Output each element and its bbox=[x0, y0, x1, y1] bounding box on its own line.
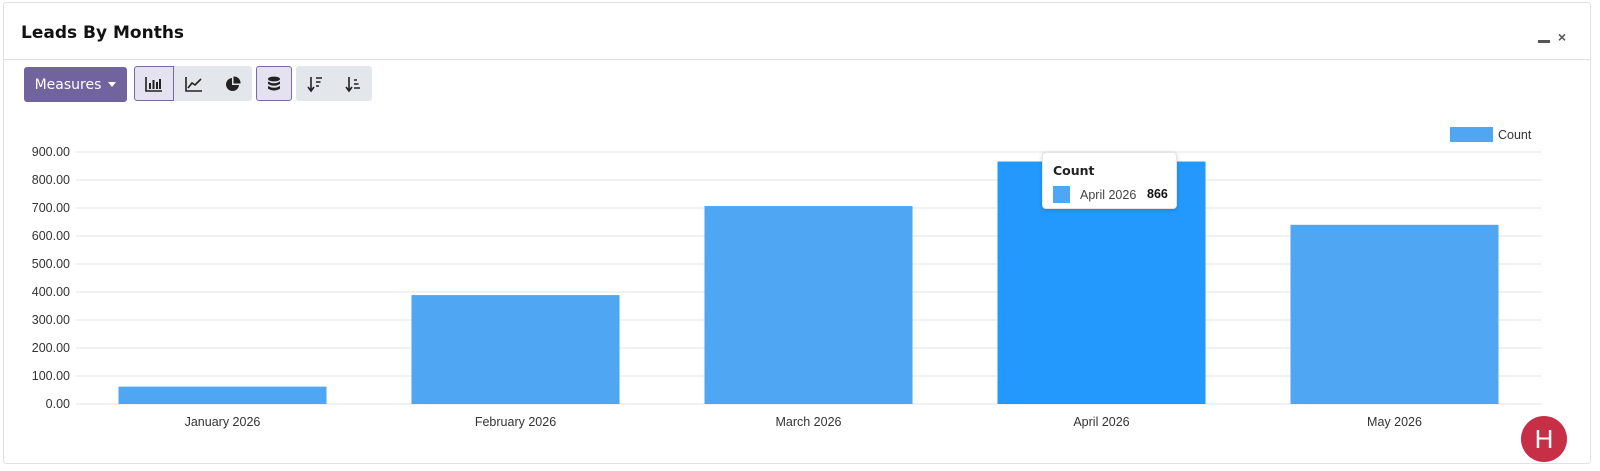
leads-bar-chart: 0.00 100.00 200.00 300.00 400.00 500.00 600.00… bbox=[32, 127, 1541, 429]
x-tick-label: January 2026 bbox=[185, 415, 261, 429]
x-tick-label: February 2026 bbox=[475, 415, 556, 429]
y-tick-label: 900.00 bbox=[32, 145, 70, 159]
x-tick-label: May 2026 bbox=[1367, 415, 1422, 429]
legend-swatch bbox=[1450, 127, 1493, 142]
bar bbox=[1290, 224, 1499, 404]
x-tick-label: April 2026 bbox=[1073, 415, 1129, 429]
y-tick-label: 100.00 bbox=[32, 369, 70, 383]
tooltip-title: Count bbox=[1053, 163, 1095, 178]
chart-tooltip: Count April 2026 866 bbox=[1042, 152, 1177, 209]
tooltip-label: April 2026 bbox=[1080, 188, 1137, 202]
tooltip-value: 866 bbox=[1147, 187, 1168, 201]
bar bbox=[118, 386, 327, 404]
legend-label: Count bbox=[1498, 128, 1532, 142]
y-tick-label: 300.00 bbox=[32, 313, 70, 327]
y-tick-label: 0.00 bbox=[46, 397, 70, 411]
y-tick-label: 400.00 bbox=[32, 285, 70, 299]
tooltip-swatch bbox=[1053, 186, 1070, 203]
x-tick-label: March 2026 bbox=[775, 415, 841, 429]
y-tick-label: 200.00 bbox=[32, 341, 70, 355]
bar bbox=[704, 206, 913, 404]
y-tick-label: 800.00 bbox=[32, 173, 70, 187]
bar bbox=[411, 295, 620, 404]
y-tick-label: 600.00 bbox=[32, 229, 70, 243]
help-button[interactable]: H bbox=[1521, 416, 1567, 462]
y-tick-label: 500.00 bbox=[32, 257, 70, 271]
y-tick-label: 700.00 bbox=[32, 201, 70, 215]
